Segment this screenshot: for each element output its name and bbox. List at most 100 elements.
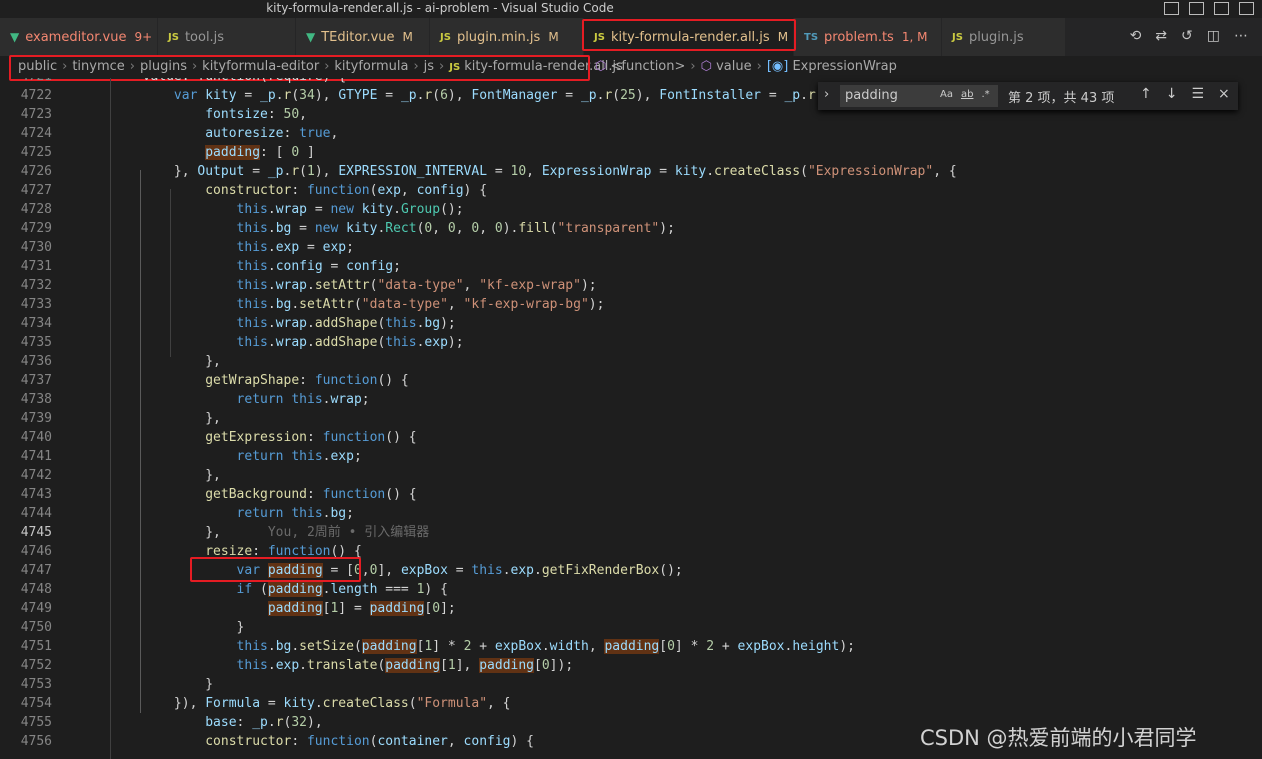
code-line[interactable]: 4726 }, Output = _p.r(1), EXPRESSION_INT… xyxy=(0,162,1250,181)
tab-label: tool.js xyxy=(184,29,225,45)
code-line[interactable]: 4740 getExpression: function() { xyxy=(0,428,1250,447)
breadcrumb-symbols: ⬡ <function> › ⬡ value › [◉] ExpressionWrap xyxy=(595,56,897,78)
code-line[interactable]: 4730 this.exp = exp; xyxy=(0,238,1250,257)
match-case-icon[interactable]: Aa xyxy=(940,89,953,100)
line-number: 4728 xyxy=(20,202,52,217)
line-number: 4724 xyxy=(20,126,52,141)
code-line[interactable]: 4748 if (padding.length === 1) { xyxy=(0,580,1250,599)
layout-icon[interactable] xyxy=(1189,2,1204,15)
whole-word-icon[interactable]: ab xyxy=(961,89,973,100)
breadcrumb-symbol[interactable]: <function> xyxy=(611,59,686,74)
find-options: Aa ab .* xyxy=(940,89,990,100)
code-text: var kity = _p.r(34), GTYPE = _p.r(6), Fo… xyxy=(173,88,855,103)
tab-teditor-vue[interactable]: ▼ TEditor.vue M xyxy=(296,18,430,56)
line-number: 4731 xyxy=(20,259,52,274)
chevron-right-icon[interactable]: › xyxy=(824,87,829,102)
code-text: this.config = config; xyxy=(236,259,401,274)
split-editor-icon[interactable]: ◫ xyxy=(1207,28,1220,44)
code-line[interactable]: 4731 this.config = config; xyxy=(0,257,1250,276)
code-line[interactable]: 4752 this.exp.translate(padding[1], padd… xyxy=(0,656,1250,675)
layout-icon[interactable] xyxy=(1164,2,1179,15)
editor-actions: ⟲ ⇄ ↺ ◫ ⋯ xyxy=(1130,28,1248,44)
code-line[interactable]: 4754 }), Formula = kity.createClass("For… xyxy=(0,694,1250,713)
code-line[interactable]: 4751 this.bg.setSize(padding[1] * 2 + ex… xyxy=(0,637,1250,656)
code-line[interactable]: 4743 getBackground: function() { xyxy=(0,485,1250,504)
line-number: 4752 xyxy=(20,658,52,673)
code-line[interactable]: 4744 return this.bg; xyxy=(0,504,1250,523)
code-line[interactable]: 4725 padding: [ 0 ] xyxy=(0,143,1250,162)
code-text: var padding = [0,0], expBox = this.exp.g… xyxy=(236,563,683,578)
code-line[interactable]: 4753 } xyxy=(0,675,1250,694)
layout-icon[interactable] xyxy=(1214,2,1229,15)
code-text: return this.wrap; xyxy=(236,392,370,407)
code-line[interactable]: 4738 return this.wrap; xyxy=(0,390,1250,409)
line-number: 4751 xyxy=(20,639,52,654)
code-line[interactable]: 4745 }, You, 2周前 • 引入编辑器 xyxy=(0,523,1250,542)
code-line[interactable]: 4747 var padding = [0,0], expBox = this.… xyxy=(0,561,1250,580)
breadcrumb-symbol[interactable]: value xyxy=(716,59,752,74)
code-line[interactable]: 4735 this.wrap.addShape(this.exp); xyxy=(0,333,1250,352)
window-controls xyxy=(1164,0,1254,15)
tab-plugin-js[interactable]: JS plugin.js xyxy=(942,18,1066,56)
code-text: if (padding.length === 1) { xyxy=(236,582,448,597)
tab-tool-js[interactable]: JS tool.js xyxy=(158,18,296,56)
code-line[interactable]: 4727 constructor: function(exp, config) … xyxy=(0,181,1250,200)
code-text: this.bg.setAttr("data-type", "kf-exp-wra… xyxy=(236,297,605,312)
more-icon[interactable]: ⋯ xyxy=(1234,28,1248,44)
code-line[interactable]: 4728 this.wrap = new kity.Group(); xyxy=(0,200,1250,219)
code-line[interactable]: 4736 }, xyxy=(0,352,1250,371)
highlight-box-tab xyxy=(582,19,796,51)
breadcrumb-symbol[interactable]: ExpressionWrap xyxy=(792,59,896,74)
tab-plugin-min-js[interactable]: JS plugin.min.js M xyxy=(430,18,584,56)
line-number: 4753 xyxy=(20,677,52,692)
line-number: 4732 xyxy=(20,278,52,293)
line-number: 4737 xyxy=(20,373,52,388)
code-line[interactable]: 4741 return this.exp; xyxy=(0,447,1250,466)
line-number: 4729 xyxy=(20,221,52,236)
code-text: fontsize: 50, xyxy=(205,107,307,122)
line-number: 4733 xyxy=(20,297,52,312)
code-text: this.bg.setSize(padding[1] * 2 + expBox.… xyxy=(236,639,855,654)
code-text: this.bg = new kity.Rect(0, 0, 0, 0).fill… xyxy=(236,221,675,236)
close-icon[interactable]: × xyxy=(1218,86,1230,102)
line-number: 4726 xyxy=(20,164,52,179)
code-text: this.wrap.addShape(this.exp); xyxy=(236,335,464,350)
tab-label: plugin.js xyxy=(968,29,1024,45)
code-line[interactable]: 4724 autoresize: true, xyxy=(0,124,1250,143)
line-number: 4721 xyxy=(0,78,52,86)
tab-badge: M xyxy=(402,30,413,44)
code-line[interactable]: 4734 this.wrap.addShape(this.bg); xyxy=(0,314,1250,333)
code-line[interactable]: 4739 }, xyxy=(0,409,1250,428)
chevron-right-icon: › xyxy=(756,59,762,74)
code-text: getWrapShape: function() { xyxy=(205,373,409,388)
code-line[interactable]: 4742 }, xyxy=(0,466,1250,485)
compare-icon[interactable]: ⇄ xyxy=(1155,28,1167,44)
tab-problem-ts[interactable]: TS problem.ts 1, M xyxy=(794,18,942,56)
code-line[interactable]: 4733 this.bg.setAttr("data-type", "kf-ex… xyxy=(0,295,1250,314)
code-line[interactable]: 4732 this.wrap.setAttr("data-type", "kf-… xyxy=(0,276,1250,295)
code-text: autoresize: true, xyxy=(205,126,339,141)
find-result-count: 第 2 项，共 43 项 xyxy=(1008,91,1115,106)
find-in-selection-icon[interactable]: ☰ xyxy=(1191,86,1204,102)
code-text: this.wrap = new kity.Group(); xyxy=(236,202,464,217)
code-editor[interactable]: 4721 value: function(require) {4722 var … xyxy=(0,78,1262,759)
code-line[interactable]: 4750 } xyxy=(0,618,1250,637)
regex-icon[interactable]: .* xyxy=(981,89,989,100)
code-text: return this.exp; xyxy=(236,449,362,464)
arrow-up-icon[interactable]: ↑ xyxy=(1140,86,1152,102)
js-file-icon: JS xyxy=(440,31,451,43)
code-text: getExpression: function() { xyxy=(205,430,417,445)
code-line[interactable]: 4729 this.bg = new kity.Rect(0, 0, 0, 0)… xyxy=(0,219,1250,238)
tab-badge: 1, M xyxy=(901,30,928,44)
code-line[interactable]: 4749 padding[1] = padding[0]; xyxy=(0,599,1250,618)
timeline-icon[interactable]: ⟲ xyxy=(1130,28,1142,44)
tab-exameditor-vue[interactable]: ▼ exameditor.vue 9+ xyxy=(0,18,158,56)
line-number: 4723 xyxy=(20,107,52,122)
arrow-down-icon[interactable]: ↓ xyxy=(1166,86,1178,102)
layout-icon[interactable] xyxy=(1239,2,1254,15)
line-number: 4747 xyxy=(20,563,52,578)
code-line[interactable]: 4737 getWrapShape: function() { xyxy=(0,371,1250,390)
cube-icon: ⬡ xyxy=(595,59,607,74)
revert-icon[interactable]: ↺ xyxy=(1181,28,1193,44)
code-line[interactable]: 4746 resize: function() { xyxy=(0,542,1250,561)
